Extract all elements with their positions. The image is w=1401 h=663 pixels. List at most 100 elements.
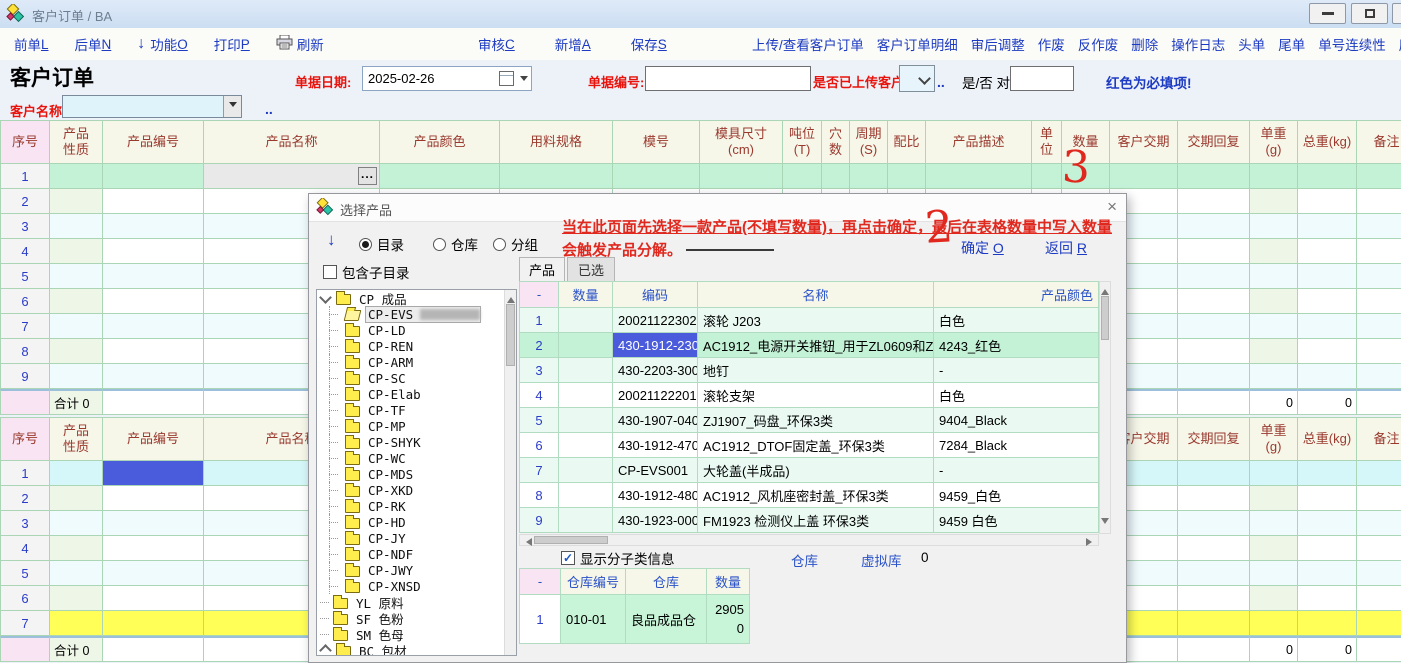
tree-item-SF-色粉[interactable]: SF 色粉 xyxy=(317,610,516,626)
grid-cell[interactable]: 8 xyxy=(0,339,50,364)
tree-item-CP-MP[interactable]: CP-MP xyxy=(317,418,516,434)
toolbar-button-L[interactable]: 前单L xyxy=(14,34,49,54)
toolbar-button-S[interactable]: 保存S xyxy=(631,34,667,54)
grid-cell[interactable] xyxy=(380,164,500,189)
grid-cell[interactable] xyxy=(1178,189,1250,214)
scroll-thumb[interactable] xyxy=(506,304,515,366)
grid-cell[interactable]: 6 xyxy=(0,289,50,314)
grid-cell[interactable] xyxy=(1178,289,1250,314)
grid-cell[interactable] xyxy=(1298,339,1357,364)
grid-cell[interactable] xyxy=(103,314,204,339)
tree-item-CP-RK[interactable]: CP-RK xyxy=(317,498,516,514)
product-cell[interactable]: 9459_白色 xyxy=(934,483,1099,508)
grid-cell[interactable] xyxy=(1357,164,1401,189)
product-cell[interactable]: 430-1923-0000 xyxy=(613,508,698,533)
warehouse-cell[interactable]: 29050 xyxy=(707,595,750,644)
toolbar-link-8[interactable]: 尾单 xyxy=(1278,34,1305,54)
product-cell[interactable]: ZJ1907_码盘_环保3类 xyxy=(698,408,934,433)
grid-cell[interactable] xyxy=(1357,511,1401,536)
product-cell[interactable]: 4243_红色 xyxy=(934,333,1099,358)
grid-cell[interactable] xyxy=(103,239,204,264)
scroll-thumb[interactable] xyxy=(1101,296,1109,340)
date-input[interactable]: 2025-02-26 xyxy=(362,66,532,91)
grid-cell[interactable]: 3 xyxy=(0,511,50,536)
grid-cell[interactable] xyxy=(1178,486,1250,511)
toolbar-link-2[interactable]: 审后调整 xyxy=(971,34,1025,54)
grid-cell[interactable] xyxy=(1298,586,1357,611)
grid-cell[interactable] xyxy=(103,511,204,536)
grid-cell[interactable] xyxy=(1357,611,1401,636)
warehouse-cell[interactable]: 010-01 xyxy=(561,595,626,644)
product-cell[interactable] xyxy=(559,483,613,508)
grid-cell[interactable] xyxy=(1298,289,1357,314)
warehouse-row[interactable]: 1010-01良品成品仓29050 xyxy=(519,595,750,644)
browse-button[interactable]: ... xyxy=(358,167,377,185)
grid-cell[interactable] xyxy=(1357,314,1401,339)
tree-item-YL-原料[interactable]: YL 原料 xyxy=(317,594,516,610)
tree-item-CP-WC[interactable]: CP-WC xyxy=(317,450,516,466)
tree-item-CP-JY[interactable]: CP-JY xyxy=(317,530,516,546)
tree-item-CP-ARM[interactable]: CP-ARM xyxy=(317,354,516,370)
product-cell[interactable]: 3 xyxy=(519,358,559,383)
product-cell[interactable]: 7284_Black xyxy=(934,433,1099,458)
grid-cell[interactable]: 7 xyxy=(0,314,50,339)
grid-cell[interactable] xyxy=(1298,611,1357,636)
toolbar-link-0[interactable]: 上传/查看客户订单 xyxy=(752,34,864,54)
product-cell[interactable]: 5 xyxy=(519,408,559,433)
product-cell[interactable]: AC1912_风机座密封盖_环保3类 xyxy=(698,483,934,508)
dialog-close-icon[interactable]: × xyxy=(1107,197,1117,217)
grid-cell[interactable] xyxy=(1250,339,1298,364)
toolbar-button-C[interactable]: 审核C xyxy=(478,34,515,54)
grid-cell[interactable] xyxy=(1298,461,1357,486)
restore-button[interactable] xyxy=(1351,3,1388,24)
grid-cell[interactable] xyxy=(50,314,103,339)
grid-cell[interactable] xyxy=(1298,264,1357,289)
tree-item-CP-XNSD[interactable]: CP-XNSD xyxy=(317,578,516,594)
grid-cell[interactable] xyxy=(50,239,103,264)
close-button[interactable]: × xyxy=(1392,3,1401,24)
grid-cell[interactable] xyxy=(1357,214,1401,239)
grid-cell[interactable] xyxy=(1250,289,1298,314)
grid-cell[interactable]: ... xyxy=(204,164,380,189)
product-cell[interactable]: 4 xyxy=(519,383,559,408)
grid-cell[interactable] xyxy=(1110,164,1178,189)
grid-cell[interactable] xyxy=(613,164,700,189)
product-cell[interactable]: 430-1912-2300 xyxy=(613,333,698,358)
grid-cell[interactable] xyxy=(1357,364,1401,389)
product-row[interactable]: 8430-1912-4801AC1912_风机座密封盖_环保3类9459_白色 xyxy=(519,483,1099,508)
radio-2[interactable]: 分组 xyxy=(493,234,538,254)
tree-item-CP-SHYK[interactable]: CP-SHYK xyxy=(317,434,516,450)
grid-cell[interactable] xyxy=(822,164,850,189)
grid-cell[interactable] xyxy=(850,164,888,189)
grid-cell[interactable] xyxy=(1250,314,1298,339)
toolbar-button-P[interactable]: 打印P xyxy=(214,34,250,54)
product-cell[interactable] xyxy=(559,358,613,383)
grid-cell[interactable] xyxy=(50,189,103,214)
grid-cell[interactable] xyxy=(103,164,204,189)
grid-cell[interactable] xyxy=(103,486,204,511)
grid-cell[interactable]: 5 xyxy=(0,561,50,586)
grid-cell[interactable] xyxy=(1178,364,1250,389)
scroll-thumb[interactable] xyxy=(534,536,608,544)
grid-cell[interactable] xyxy=(1250,536,1298,561)
grid-cell[interactable] xyxy=(1298,511,1357,536)
customer-dropdown-button[interactable] xyxy=(223,96,241,117)
product-cell[interactable]: - xyxy=(934,358,1099,383)
tree-item-BC-包材[interactable]: BC 包材 xyxy=(317,642,516,656)
grid-cell[interactable] xyxy=(1178,264,1250,289)
grid-cell[interactable] xyxy=(1298,189,1357,214)
grid-cell[interactable] xyxy=(1250,511,1298,536)
grid-cell[interactable] xyxy=(1357,289,1401,314)
grid-cell[interactable] xyxy=(1357,264,1401,289)
grid-cell[interactable] xyxy=(1298,214,1357,239)
grid-cell[interactable] xyxy=(50,264,103,289)
product-row[interactable]: 120021122302滚轮 J203白色 xyxy=(519,308,1099,333)
toolbar-button-A[interactable]: 新增A xyxy=(555,34,591,54)
tree-item-CP-成品[interactable]: CP 成品 xyxy=(317,290,516,306)
product-cell[interactable]: 2 xyxy=(519,333,559,358)
grid-cell[interactable] xyxy=(103,364,204,389)
calendar-icon[interactable] xyxy=(499,71,514,86)
grid-cell[interactable] xyxy=(103,339,204,364)
grid-cell[interactable] xyxy=(1250,561,1298,586)
grid-cell[interactable]: 1 xyxy=(0,461,50,486)
